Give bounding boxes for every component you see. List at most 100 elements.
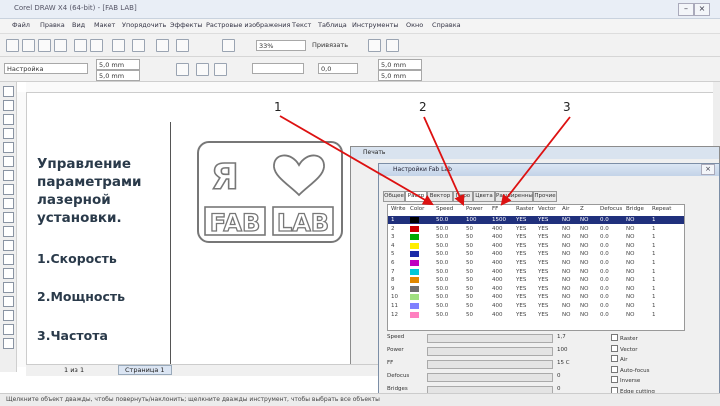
landscape-icon[interactable] [196, 63, 209, 76]
nudge-field[interactable]: 0,0 [318, 63, 358, 74]
param-value[interactable]: 1,7 [557, 334, 566, 340]
dimension-tool-icon[interactable] [3, 254, 14, 265]
option-checkbox[interactable]: Raster [611, 334, 638, 342]
menu-bitmaps[interactable]: Растровые изображения [206, 21, 290, 29]
close-button[interactable]: × [694, 3, 710, 16]
rectangle-tool-icon[interactable] [3, 170, 14, 181]
connector-tool-icon[interactable] [3, 268, 14, 279]
outline-tool-icon[interactable] [3, 310, 14, 321]
page-width-field[interactable]: 5,0 mm [96, 59, 140, 70]
tab-other[interactable]: Прочие [533, 191, 557, 202]
option-checkbox[interactable]: Air [611, 355, 628, 363]
table-row[interactable]: 4 50.0 50 400 YES YES NO NO 0.0 NO 1 [388, 242, 684, 250]
table-row[interactable]: 6 50.0 50 400 YES YES NO NO 0.0 NO 1 [388, 259, 684, 267]
polygon-tool-icon[interactable] [3, 198, 14, 209]
open-icon[interactable] [22, 39, 35, 52]
checkbox-icon[interactable] [611, 334, 618, 341]
menu-layout[interactable]: Макет [94, 21, 115, 29]
table-row[interactable]: 3 50.0 50 400 YES YES NO NO 0.0 NO 1 [388, 233, 684, 241]
zoom-field[interactable]: 33% [256, 40, 306, 51]
option-checkbox[interactable]: Auto-focus [611, 365, 650, 374]
options-icon[interactable] [368, 39, 381, 52]
checkbox-icon[interactable] [611, 344, 618, 352]
menu-arrange[interactable]: Упорядочить [122, 21, 166, 29]
zoom-tool-icon[interactable] [3, 128, 14, 139]
text-tool-icon[interactable] [3, 226, 14, 237]
undo-icon[interactable] [112, 39, 125, 52]
table-row[interactable]: 2 50.0 50 400 YES YES NO NO 0.0 NO 1 [388, 225, 684, 233]
param-value[interactable]: 0 [557, 373, 561, 379]
crop-tool-icon[interactable] [3, 114, 14, 125]
pick-tool-icon[interactable] [3, 86, 14, 97]
freehand-tool-icon[interactable] [3, 142, 14, 153]
duplicate-y-field[interactable]: 5,0 mm [378, 70, 422, 81]
redo-icon[interactable] [132, 39, 145, 52]
menu-effects[interactable]: Эффекты [170, 21, 203, 29]
table-row[interactable]: 10 50.0 50 400 YES YES NO NO 0.0 NO 1 [388, 293, 684, 301]
menu-window[interactable]: Окно [406, 21, 423, 29]
minimize-button[interactable]: – [678, 3, 694, 16]
checkbox-icon[interactable] [611, 355, 618, 362]
tab-vector[interactable]: Вектор [427, 191, 453, 202]
tab-advanced[interactable]: Расширенные [495, 191, 536, 202]
page-tab[interactable]: Страница 1 [118, 365, 172, 375]
horizontal-ruler[interactable] [26, 82, 720, 93]
ellipse-tool-icon[interactable] [3, 184, 14, 195]
preset-dropdown[interactable]: Настройка [4, 63, 88, 74]
menu-help[interactable]: Справка [432, 21, 461, 29]
tab-general[interactable]: Общее [383, 191, 405, 202]
param-value[interactable]: 0 [557, 386, 561, 392]
param-slider[interactable] [427, 360, 553, 369]
param-value[interactable]: 15 C [557, 360, 570, 366]
export-icon[interactable] [176, 39, 189, 52]
units-dropdown[interactable] [252, 63, 304, 74]
save-icon[interactable] [38, 39, 51, 52]
tab-pen[interactable]: Перо [453, 191, 473, 202]
shape-tool-icon[interactable] [3, 100, 14, 111]
import-icon[interactable] [156, 39, 169, 52]
table-row[interactable]: 12 50.0 50 400 YES YES NO NO 0.0 NO 1 [388, 311, 684, 319]
tab-colors[interactable]: Цвета [473, 191, 495, 202]
param-slider[interactable] [427, 334, 553, 343]
table-row[interactable]: 8 50.0 50 400 YES YES NO NO 0.0 NO 1 [388, 276, 684, 284]
param-slider[interactable] [427, 373, 553, 382]
checkbox-icon[interactable] [611, 365, 618, 373]
table-row[interactable]: 9 50.0 50 400 YES YES NO NO 0.0 NO 1 [388, 285, 684, 293]
page-layout-icon[interactable] [214, 63, 227, 76]
portrait-icon[interactable] [176, 63, 189, 76]
menu-table[interactable]: Таблица [318, 21, 347, 29]
smart-fill-icon[interactable] [3, 156, 14, 167]
interactive-fill-icon[interactable] [3, 338, 14, 349]
menu-text[interactable]: Текст [292, 21, 311, 29]
vertical-ruler[interactable] [16, 92, 27, 367]
print-icon[interactable] [54, 39, 67, 52]
cut-icon[interactable] [74, 39, 87, 52]
fill-tool-icon[interactable] [3, 324, 14, 335]
duplicate-x-field[interactable]: 5,0 mm [378, 59, 422, 70]
dialog-close-button[interactable]: × [701, 164, 715, 175]
param-value[interactable]: 100 [557, 347, 568, 353]
menu-view[interactable]: Вид [72, 21, 85, 29]
table-row[interactable]: 11 50.0 50 400 YES YES NO NO 0.0 NO 1 [388, 302, 684, 310]
new-icon[interactable] [6, 39, 19, 52]
zoom-icon[interactable] [222, 39, 235, 52]
basic-shapes-icon[interactable] [3, 212, 14, 223]
table-row[interactable]: 1 50.0 100 1500 YES YES NO NO 0.0 NO 1 [388, 216, 684, 224]
option-checkbox[interactable]: Vector [611, 344, 638, 353]
option-checkbox[interactable]: Inverse [611, 376, 640, 384]
tab-raster[interactable]: Растр [405, 191, 427, 202]
menu-edit[interactable]: Правка [40, 21, 65, 29]
table-row[interactable]: 7 50.0 50 400 YES YES NO NO 0.0 NO 1 [388, 268, 684, 276]
blend-tool-icon[interactable] [3, 282, 14, 293]
menu-file[interactable]: Файл [12, 21, 30, 29]
copy-icon[interactable] [90, 39, 103, 52]
snap-dropdown[interactable]: Привязать [310, 40, 358, 51]
menu-tools[interactable]: Инструменты [352, 21, 399, 29]
param-slider[interactable] [427, 347, 553, 356]
eyedropper-tool-icon[interactable] [3, 296, 14, 307]
table-row[interactable]: 5 50.0 50 400 YES YES NO NO 0.0 NO 1 [388, 250, 684, 258]
table-tool-icon[interactable] [3, 240, 14, 251]
checkbox-icon[interactable] [611, 376, 618, 383]
welcome-icon[interactable] [386, 39, 399, 52]
page-height-field[interactable]: 5,0 mm [96, 70, 140, 81]
